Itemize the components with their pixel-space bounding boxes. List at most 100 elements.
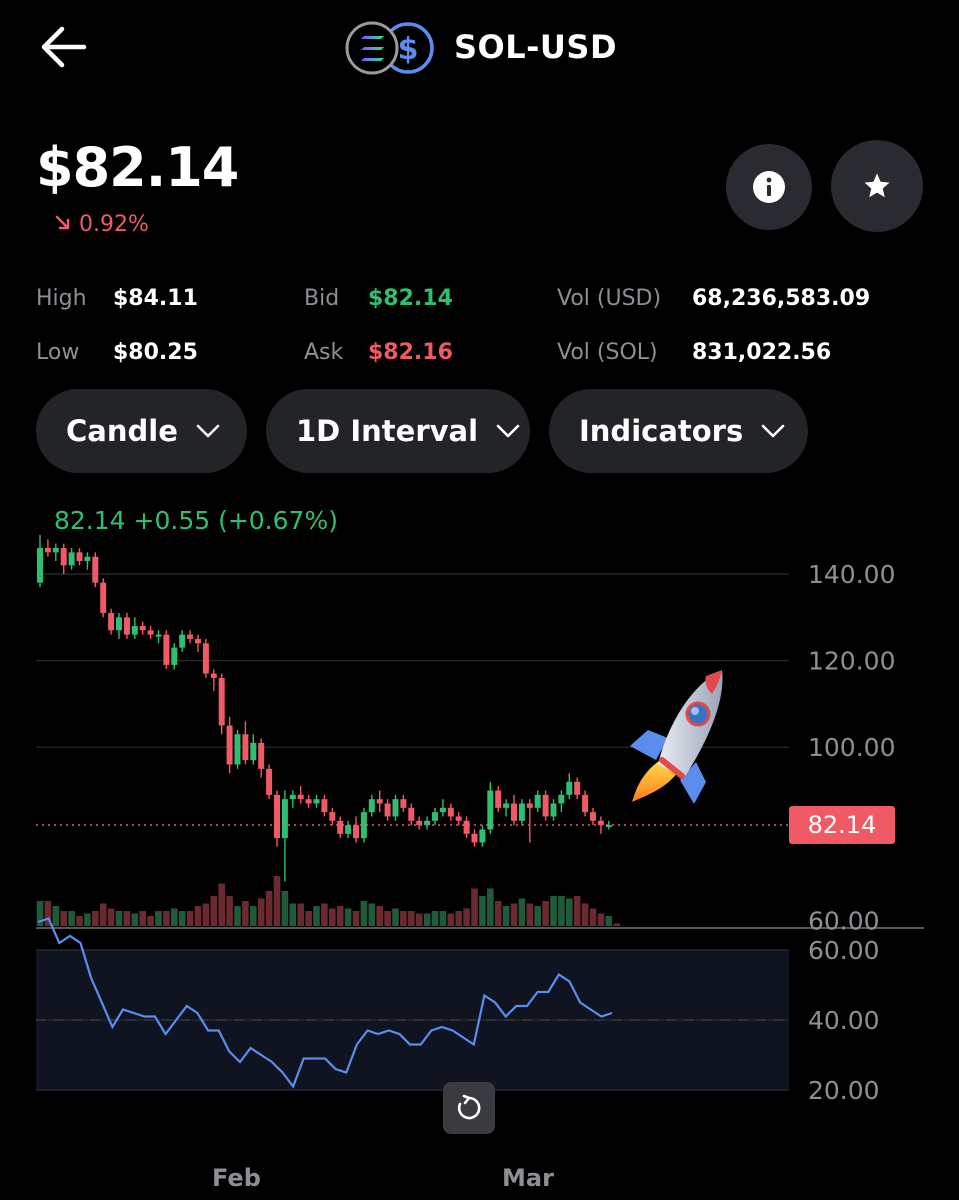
volume-bar: [60, 911, 67, 926]
volume-bar: [202, 903, 210, 926]
rsi-tick-label: 60.00: [808, 936, 880, 965]
indicators-dropdown[interactable]: Indicators: [549, 389, 808, 473]
volume-bar: [344, 908, 352, 926]
volume-bar: [368, 903, 376, 926]
candle: [76, 548, 83, 566]
volume-bar: [447, 913, 455, 926]
volume-bar: [76, 916, 83, 926]
candle: [84, 552, 91, 570]
volume-bar: [510, 903, 518, 926]
chart-type-dropdown[interactable]: Candle: [36, 389, 247, 473]
volume-bar: [289, 903, 297, 926]
candle: [297, 786, 304, 804]
candle: [258, 738, 265, 778]
volume-bar: [439, 911, 447, 926]
volume-bar: [313, 906, 320, 926]
y-tick-label: 60.00: [808, 906, 880, 935]
candle: [455, 812, 462, 826]
candle: [534, 790, 541, 813]
volume-bar: [52, 906, 60, 926]
volume-bar: [186, 911, 194, 926]
candle: [155, 630, 162, 644]
y-tick-label: 140.00: [808, 560, 895, 589]
volume-bar: [84, 913, 91, 926]
volume-bar: [392, 908, 399, 926]
candle: [274, 790, 280, 847]
candle: [108, 608, 115, 635]
volume-bar: [479, 896, 486, 926]
volume-bar: [613, 923, 620, 926]
favorite-button[interactable]: [831, 140, 923, 232]
candle: [37, 535, 43, 587]
price-chart[interactable]: 140.00 120.00 100.00 60.00 60.00 40.00 20.00: [0, 530, 959, 1164]
volume-bar: [250, 906, 257, 926]
candle: [353, 816, 359, 843]
price-change-value: 0.92%: [79, 212, 149, 237]
volume-bar: [400, 911, 407, 926]
volume-bar: [139, 911, 146, 926]
info-button[interactable]: [726, 144, 812, 230]
volume-bar: [384, 911, 391, 926]
volume-bar: [494, 901, 502, 926]
candle: [463, 816, 470, 839]
vol-sol-value: 831,022.56: [692, 340, 832, 365]
volume-bar: [558, 896, 565, 926]
reset-chart-button[interactable]: [443, 1082, 495, 1134]
candle: [131, 617, 138, 639]
candle: [266, 764, 273, 800]
volume-bar: [526, 903, 534, 926]
candle: [337, 816, 344, 839]
candle: [479, 825, 486, 847]
candle: [139, 621, 146, 635]
arrow-left-icon: [41, 26, 87, 68]
volume-bar: [376, 906, 383, 926]
candle: [392, 794, 399, 821]
interval-dropdown[interactable]: 1D Interval: [266, 389, 530, 473]
candle: [179, 630, 186, 652]
candle: [582, 790, 589, 817]
pair-title: SOL-USD: [454, 28, 618, 66]
candle: [147, 625, 154, 639]
candle: [526, 799, 533, 843]
candle: [511, 794, 517, 826]
volume-bar: [415, 913, 423, 926]
candle: [171, 643, 178, 670]
candle: [163, 630, 170, 670]
candle: [250, 734, 257, 765]
candle: [242, 721, 249, 765]
volume-bar: [329, 908, 336, 926]
volume-bar: [542, 901, 549, 926]
candle: [92, 552, 99, 587]
star-icon: [864, 173, 890, 198]
volume-bar: [589, 908, 597, 926]
candle: [187, 630, 194, 644]
volume-bar: [431, 911, 439, 926]
volume-bar: [171, 908, 178, 926]
candle: [60, 543, 67, 574]
candle: [226, 716, 233, 774]
volume-bar: [352, 911, 360, 926]
bid-value: $82.14: [368, 286, 453, 311]
candle: [195, 634, 201, 652]
volume-bar: [281, 891, 289, 926]
ask-value: $82.16: [368, 340, 453, 365]
current-price: $82.14: [36, 136, 239, 199]
volume-bar: [68, 911, 75, 926]
vol-usd-value: 68,236,583.09: [692, 286, 871, 311]
ask-label: Ask: [304, 340, 344, 365]
bid-label: Bid: [304, 286, 340, 311]
candle: [44, 539, 51, 557]
candle: [432, 807, 438, 826]
candle: [68, 548, 75, 570]
volume-bar: [297, 903, 304, 926]
candle: [321, 794, 328, 817]
volume-bar: [534, 906, 541, 926]
volume-bar: [573, 896, 581, 926]
chevron-down-icon: [761, 424, 785, 438]
back-button[interactable]: [36, 22, 92, 72]
volume-bar: [163, 911, 170, 926]
price-change: 0.92%: [54, 212, 149, 237]
volume-bar: [226, 896, 233, 926]
volume-bar: [597, 913, 605, 926]
chart-type-label: Candle: [66, 414, 178, 448]
